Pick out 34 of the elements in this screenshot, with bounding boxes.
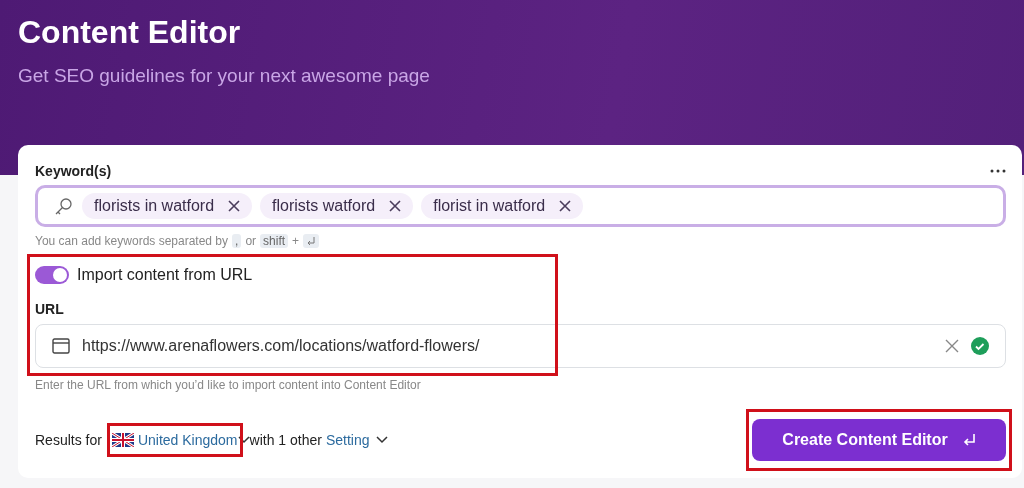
toggle-switch[interactable] (35, 266, 69, 284)
enter-icon (961, 433, 976, 447)
hint-text: + (292, 234, 300, 248)
chevron-icon[interactable] (374, 436, 389, 444)
key-hint: shift (260, 234, 289, 248)
more-icon[interactable] (990, 169, 1006, 173)
url-field[interactable]: https://www.arenaflowers.com/locations/watford-flowers/ (35, 324, 1006, 368)
hint-text: or (245, 234, 257, 248)
flag-icon (111, 433, 134, 447)
field-label: Keyword(s) (35, 163, 112, 179)
key-hint: , (232, 234, 242, 248)
page-title: Content Editor (18, 13, 241, 51)
remove-icon[interactable] (389, 200, 402, 212)
keyword-chip[interactable]: florist in watford (421, 193, 584, 219)
remove-icon[interactable] (559, 200, 572, 212)
keyword-chip[interactable]: florists in watford (82, 193, 253, 219)
helper-text: Enter the URL from which you’d like to import content into Content Editor (35, 378, 421, 392)
results-label: Results for (35, 432, 102, 448)
clear-icon[interactable] (945, 339, 959, 353)
browser-icon (52, 338, 70, 354)
hint-text: You can add keywords separated by (35, 234, 229, 248)
key-icon (54, 196, 74, 216)
remove-icon[interactable] (228, 200, 241, 212)
enter-key-icon (303, 234, 320, 248)
keyword-chip[interactable]: florists watford (260, 193, 414, 219)
page-subtitle: Get SEO guidelines for your next awesome page (18, 65, 430, 87)
results-text: with 1 other (249, 432, 322, 448)
chevron-icon[interactable] (237, 436, 250, 444)
country-link[interactable]: United Kingdom (137, 432, 238, 448)
toggle-label: Import content from URL (77, 266, 253, 284)
keyword-field[interactable]: florists in watford florists watford florist in watford (35, 185, 1006, 227)
create-button[interactable]: Create Content Editor (752, 419, 1006, 461)
field-label: URL (35, 301, 64, 317)
setting-link[interactable]: Setting (325, 432, 370, 448)
